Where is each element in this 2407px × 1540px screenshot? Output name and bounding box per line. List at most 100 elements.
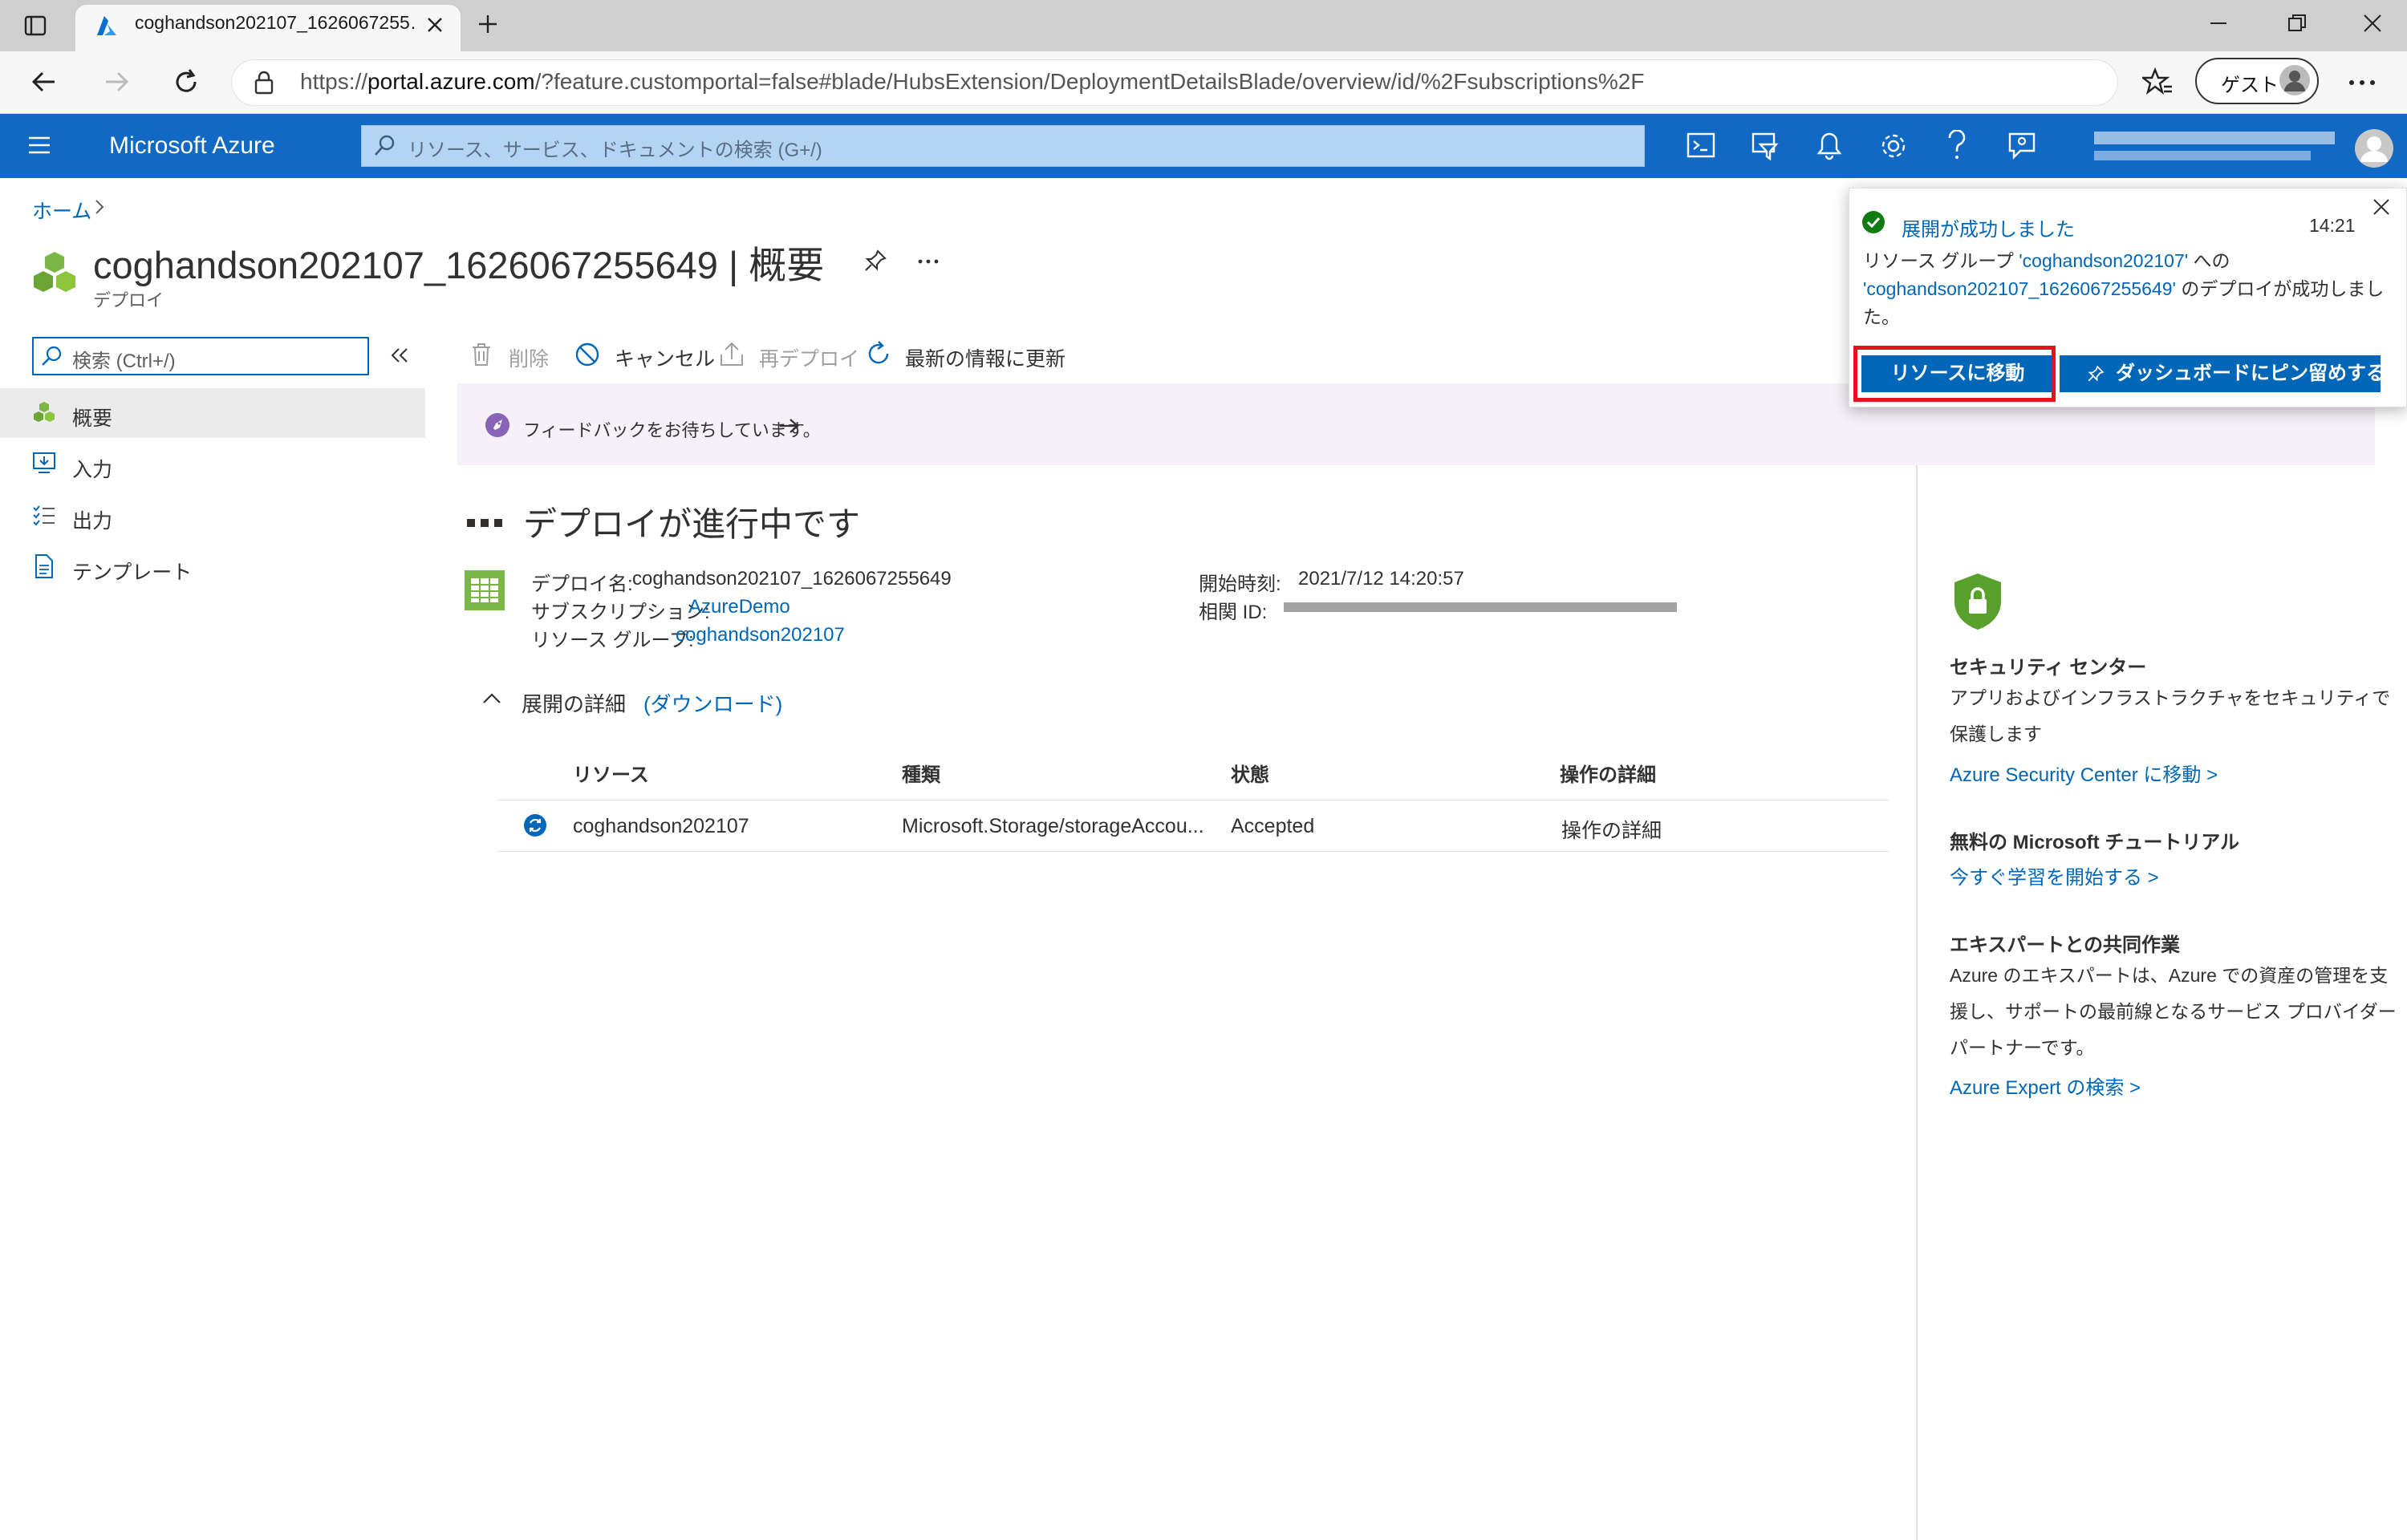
sidebar-item-label: テンプレート <box>72 561 193 584</box>
global-search-placeholder: リソース、サービス、ドキュメントの検索 (G+/) <box>408 140 822 161</box>
hamburger-menu-icon[interactable] <box>27 135 51 156</box>
restore-icon[interactable] <box>2287 13 2308 34</box>
user-avatar[interactable] <box>2354 128 2394 168</box>
azure-favicon-icon <box>95 14 119 37</box>
collapse-chevron-icon[interactable] <box>481 691 502 706</box>
deployment-details-heading[interactable]: 展開の詳細 <box>522 688 626 718</box>
profile-avatar-icon <box>2279 64 2311 96</box>
deployment-status-title: デプロイが進行中です <box>523 505 861 543</box>
notification-deployment-link[interactable]: 'coghandson202107_1626067255649' <box>1863 278 2176 299</box>
notification-close-icon[interactable] <box>2372 197 2391 217</box>
nav-search-placeholder: 検索 (Ctrl+/) <box>72 351 176 372</box>
row-type: Microsoft.Storage/storageAccou... <box>902 815 1204 837</box>
account-info-redacted[interactable] <box>2089 128 2346 165</box>
sidebar-item-inputs[interactable] <box>0 440 425 489</box>
in-progress-sync-icon <box>523 813 547 837</box>
tab-close-icon[interactable] <box>425 15 444 34</box>
expert-link[interactable]: Azure Expert の検索 > <box>1950 1072 2141 1100</box>
refresh-icon[interactable] <box>865 340 892 367</box>
minimize-icon[interactable] <box>2208 13 2229 34</box>
success-check-icon <box>1861 210 1885 234</box>
new-tab-icon[interactable] <box>477 13 499 35</box>
cancel-button[interactable]: キャンセル <box>615 343 715 372</box>
pin-small-icon <box>2087 365 2105 383</box>
search-icon <box>374 135 395 157</box>
breadcrumb-home[interactable]: ホーム <box>32 196 91 225</box>
window-close-icon[interactable] <box>2362 13 2383 34</box>
deployment-cubes-icon <box>30 250 79 295</box>
url-prefix: https:// <box>300 69 368 94</box>
directory-filter-icon[interactable] <box>1751 132 1780 160</box>
tutorial-heading: 無料の Microsoft チュートリアル <box>1950 832 2240 853</box>
download-link[interactable]: (ダウンロード) <box>643 688 782 718</box>
lock-icon[interactable] <box>254 71 274 95</box>
page-title: coghandson202107_1626067255649 | 概要 <box>93 244 825 286</box>
subscription-link[interactable]: AzureDemo <box>688 596 790 618</box>
template-doc-icon <box>34 553 55 579</box>
browser-menu-icon[interactable] <box>2348 79 2377 87</box>
security-shield-icon <box>1951 571 2004 632</box>
right-panel-separator <box>1916 465 1918 1540</box>
inputs-icon <box>32 452 56 476</box>
correlation-id-label: 相関 ID: <box>1199 602 1268 623</box>
resource-group-link[interactable]: coghandson202107 <box>676 624 845 646</box>
column-header-resource: リソース <box>573 764 649 786</box>
sidebar-item-outputs[interactable] <box>0 491 425 541</box>
expert-heading: エキスパートとの共同作業 <box>1950 934 2181 956</box>
notifications-icon[interactable] <box>1816 132 1842 160</box>
subscription-label: サブスクリプション: <box>531 602 710 623</box>
refresh-button[interactable]: 最新の情報に更新 <box>905 343 1065 372</box>
sidebar-item-label: 入力 <box>72 459 113 481</box>
overview-cubes-icon <box>32 401 56 424</box>
feedback-text[interactable]: フィードバックをお待ちしています。 <box>523 416 821 442</box>
profile-label: ゲスト <box>2221 75 2279 96</box>
notification-time: 14:21 <box>2309 215 2356 236</box>
security-center-heading: セキュリティ センター <box>1950 657 2147 679</box>
feedback-icon[interactable] <box>2007 132 2036 160</box>
back-icon[interactable] <box>30 69 58 95</box>
table-divider <box>497 851 1889 852</box>
row-resource: coghandson202107 <box>573 815 749 837</box>
notification-rg-link[interactable]: 'coghandson202107' <box>2019 250 2188 271</box>
help-icon[interactable] <box>1946 130 1967 160</box>
notification-title[interactable]: 展開が成功しました <box>1902 213 2075 241</box>
tab-actions-icon[interactable] <box>24 14 47 37</box>
delete-button: 削除 <box>509 348 550 371</box>
sidebar-item-overview[interactable] <box>0 388 425 438</box>
cloud-shell-icon[interactable] <box>1687 132 1715 159</box>
sidebar-item-template[interactable] <box>0 542 425 592</box>
settings-gear-icon[interactable] <box>1879 132 1908 160</box>
page-subtitle: デプロイ <box>93 290 164 310</box>
arrow-right-icon[interactable] <box>778 417 801 435</box>
security-center-link[interactable]: Azure Security Center に移動 > <box>1950 759 2218 787</box>
column-header-operation-details: 操作の詳細 <box>1560 764 1656 786</box>
cancel-icon[interactable] <box>574 342 600 367</box>
sidebar-item-label: 出力 <box>72 510 113 533</box>
breadcrumb-chevron-icon <box>95 199 104 215</box>
redeploy-upload-icon <box>719 340 745 367</box>
highlight-box <box>1853 346 2056 402</box>
row-operation-details-link[interactable]: 操作の詳細 <box>1561 815 1662 844</box>
delete-trash-icon <box>470 342 493 367</box>
more-options-icon[interactable] <box>918 258 939 265</box>
url-host: portal.azure.com <box>367 69 535 94</box>
security-center-text: アプリおよびインフラストラクチャをセキュリティで保護します <box>1950 687 2391 744</box>
favorites-icon[interactable] <box>2142 67 2173 96</box>
url-text[interactable]: https://portal.azure.com/?feature.custom… <box>300 69 1644 95</box>
collapse-nav-icon[interactable] <box>390 346 409 364</box>
reload-icon[interactable] <box>172 67 201 96</box>
azure-brand[interactable]: Microsoft Azure <box>109 132 275 160</box>
url-path: /?feature.customportal=false#blade/HubsE… <box>534 69 1645 94</box>
outputs-list-icon <box>32 504 56 526</box>
notification-body: リソース グループ 'coghandson202107' への 'coghand… <box>1863 247 2393 331</box>
nav-search-icon <box>40 345 63 367</box>
tutorial-link[interactable]: 今すぐ学習を開始する > <box>1950 861 2159 890</box>
start-time-value: 2021/7/12 14:20:57 <box>1298 568 1464 590</box>
resource-group-label: リソース グループ: <box>531 630 694 651</box>
row-status: Accepted <box>1231 815 1315 837</box>
in-progress-dots-icon <box>465 517 504 528</box>
column-header-type: 種類 <box>902 764 940 786</box>
pin-icon[interactable] <box>863 249 887 273</box>
pin-to-dashboard-button[interactable]: ダッシュボードにピン留めする <box>2060 355 2385 392</box>
start-time-label: 開始時刻: <box>1199 573 1281 595</box>
